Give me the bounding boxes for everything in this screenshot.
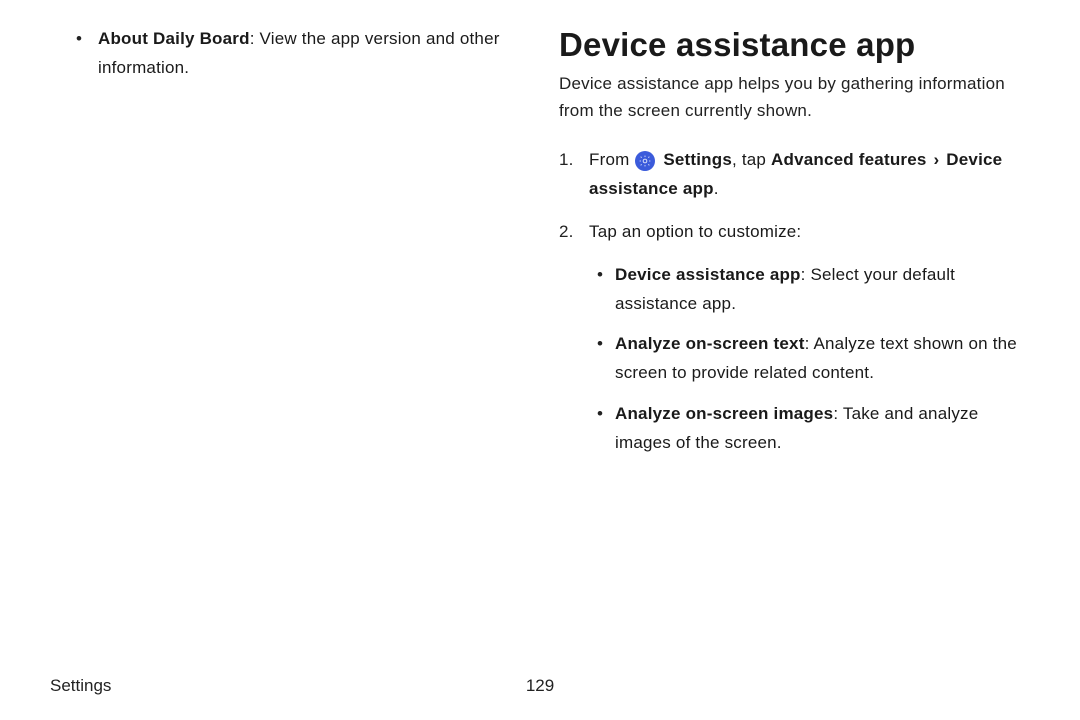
- chevron-right-icon: ›: [931, 150, 941, 169]
- footer-section-label: Settings: [50, 676, 111, 696]
- step2-sublist: Device assistance app: Select your defau…: [589, 261, 1030, 458]
- right-column: Device assistance app Device assistance …: [559, 25, 1030, 645]
- step1-advanced-label: Advanced features: [771, 150, 927, 169]
- footer-page-number: 129: [526, 676, 554, 696]
- step2-text: Tap an option to customize:: [589, 222, 801, 241]
- left-column: About Daily Board: View the app version …: [50, 25, 521, 645]
- left-content: About Daily Board: View the app version …: [50, 25, 521, 83]
- sub-bold-0: Device assistance app: [615, 265, 801, 284]
- about-daily-board-item: About Daily Board: View the app version …: [70, 25, 521, 83]
- sub-bold-1: Analyze on-screen text: [615, 334, 805, 353]
- step1-settings-label: Settings: [663, 150, 732, 169]
- about-daily-board-label: About Daily Board: [98, 29, 250, 48]
- page-footer: Settings 129: [50, 676, 1030, 696]
- step1-tap-text: , tap: [732, 150, 771, 169]
- two-column-layout: About Daily Board: View the app version …: [50, 25, 1030, 645]
- step1-prefix: From: [589, 150, 634, 169]
- sub-item-device-assistance: Device assistance app: Select your defau…: [589, 261, 1030, 319]
- section-intro: Device assistance app helps you by gathe…: [559, 71, 1030, 124]
- steps-list: From Settings, tap Advanced features › D…: [559, 146, 1030, 458]
- section-heading: Device assistance app: [559, 27, 1030, 63]
- manual-page: About Daily Board: View the app version …: [0, 0, 1080, 720]
- settings-icon: [635, 151, 655, 171]
- sub-item-analyze-text: Analyze on-screen text: Analyze text sho…: [589, 330, 1030, 388]
- step1-period: .: [714, 179, 719, 198]
- sub-bold-2: Analyze on-screen images: [615, 404, 833, 423]
- left-bullet-list: About Daily Board: View the app version …: [70, 25, 521, 83]
- step-2: Tap an option to customize: Device assis…: [559, 218, 1030, 458]
- step-1: From Settings, tap Advanced features › D…: [559, 146, 1030, 204]
- sub-item-analyze-images: Analyze on-screen images: Take and analy…: [589, 400, 1030, 458]
